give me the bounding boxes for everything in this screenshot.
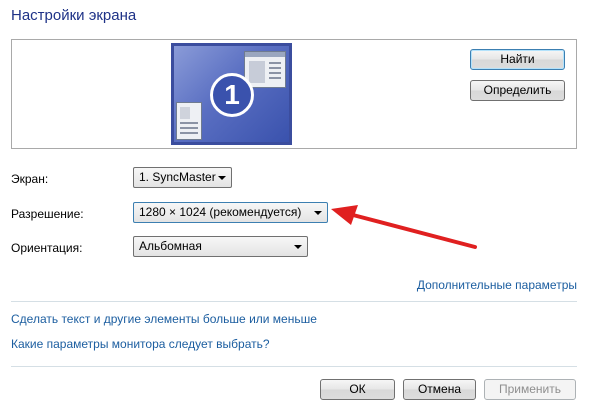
cancel-button[interactable]: Отмена (403, 379, 476, 400)
resolution-label: Разрешение: (11, 207, 84, 221)
separator (11, 301, 577, 302)
advanced-settings-link[interactable]: Дополнительные параметры (417, 278, 577, 292)
find-button[interactable]: Найти (470, 49, 565, 70)
chevron-down-icon (314, 211, 322, 215)
orientation-select-value: Альбомная (139, 239, 202, 253)
text-size-link[interactable]: Сделать текст и другие элементы больше и… (11, 312, 317, 326)
display-label: Экран: (11, 172, 49, 186)
chevron-down-icon (218, 176, 226, 180)
resolution-select-value: 1280 × 1024 (рекомендуется) (139, 205, 302, 219)
annotation-arrow-icon (331, 205, 477, 249)
detect-button[interactable]: Определить (470, 80, 565, 101)
footer-separator (11, 366, 577, 367)
which-settings-link[interactable]: Какие параметры монитора следует выбрать… (11, 337, 270, 351)
window-thumbnail-small-icon (176, 102, 202, 140)
orientation-label: Ориентация: (11, 241, 83, 255)
display-select[interactable]: 1. SyncMaster (133, 167, 232, 188)
monitor-1-preview[interactable]: 1 (171, 43, 292, 145)
resolution-select[interactable]: 1280 × 1024 (рекомендуется) (133, 202, 328, 223)
monitor-number-badge: 1 (210, 73, 254, 117)
chevron-down-icon (294, 245, 302, 249)
ok-button[interactable]: ОК (320, 379, 395, 400)
page-title: Настройки экрана (11, 7, 137, 24)
display-select-value: 1. SyncMaster (139, 170, 216, 184)
orientation-select[interactable]: Альбомная (133, 236, 308, 257)
apply-button[interactable]: Применить (484, 379, 576, 400)
